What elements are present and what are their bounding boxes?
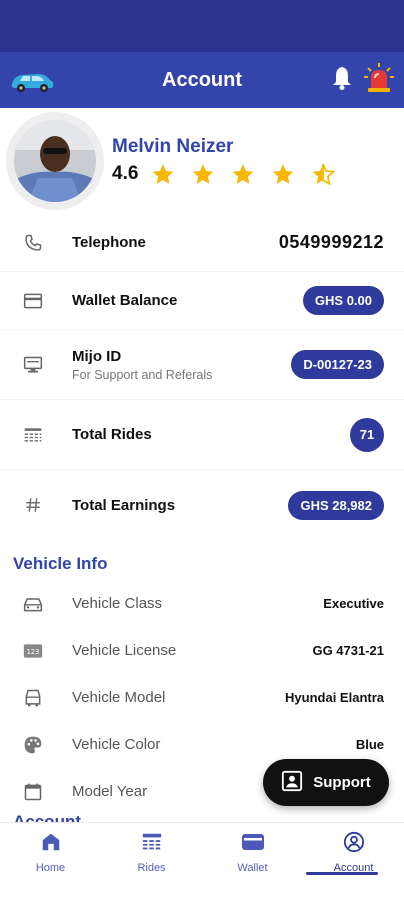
star-icon [193,163,214,184]
telephone-label: Telephone [72,234,146,251]
vehicle-info-title: Vehicle Info [13,554,108,573]
star-half-icon [313,163,336,186]
wallet-balance-badge: GHS 0.00 [302,286,384,315]
mijo-id-sublabel: For Support and Referals [72,367,213,382]
nav-home[interactable]: Home [0,823,101,900]
mijo-id-badge: D-00127-23 [291,350,384,379]
support-button[interactable]: Support [263,759,389,806]
total-earnings-label: Total Earnings [72,496,176,514]
total-rides-row[interactable]: Total Rides 71 [0,400,404,470]
support-label: Support [313,774,371,791]
star-icon [273,163,294,184]
nav-wallet[interactable]: Wallet [202,823,303,900]
card-icon [22,290,44,312]
wallet-icon [241,831,265,858]
nav-account[interactable]: Account [303,823,404,900]
nav-rides[interactable]: Rides [101,823,202,900]
home-icon [40,831,62,858]
car-icon[interactable] [8,64,56,96]
vehicle-license-value: GG 4731-21 [312,643,384,658]
star-icon [233,163,254,184]
vehicle-model-row: Vehicle Model Hyundai Elantra [0,674,404,721]
id-monitor-icon [22,354,44,376]
vehicle-license-row: 123 Vehicle License GG 4731-21 [0,627,404,674]
car-front-icon [22,593,44,615]
star-rating [150,162,336,187]
total-earnings-badge: GHS 28,982 [288,490,384,520]
avatar[interactable] [6,112,104,210]
status-bar [0,0,404,52]
vehicle-class-label: Vehicle Class [72,595,163,612]
hash-icon [22,494,44,516]
wallet-balance-label: Wallet Balance [72,292,178,309]
app-header: Account [0,52,404,108]
rides-icon [141,831,163,858]
total-earnings-row[interactable]: Total Earnings GHS 28,982 [0,470,404,540]
wallet-balance-row[interactable]: Wallet Balance GHS 0.00 [0,272,404,330]
page-title: Account [162,68,242,91]
vehicle-model-value: Hyundai Elantra [285,690,384,705]
rating-value: 4.6 [112,163,139,184]
vehicle-class-value: Executive [323,596,384,611]
license-plate-icon: 123 [22,640,44,662]
vehicle-color-label: Vehicle Color [72,736,161,753]
telephone-row[interactable]: Telephone 0549999212 [0,214,404,272]
calendar-icon [22,781,44,803]
profile-section: Melvin Neizer 4.6 [0,108,404,214]
vehicle-color-value: Blue [355,737,384,752]
bell-icon[interactable] [330,65,354,96]
vehicle-license-label: Vehicle License [72,642,177,659]
nav-rides-label: Rides [137,862,166,874]
vehicle-class-row: Vehicle Class Executive [0,580,404,627]
total-rides-badge: 71 [350,417,384,452]
list-icon [22,424,44,446]
car-model-icon [22,687,44,709]
mijo-id-row[interactable]: Mijo ID For Support and Referals D-00127… [0,330,404,400]
nav-home-label: Home [35,862,66,874]
nav-active-indicator [306,872,378,875]
support-icon [281,770,303,796]
account-icon [343,831,365,858]
nav-wallet-label: Wallet [237,862,268,874]
model-year-label: Model Year [72,783,148,800]
star-icon [153,163,174,184]
vehicle-model-label: Vehicle Model [72,689,166,706]
bottom-nav: Home Rides Wallet Account [0,822,404,900]
total-rides-label: Total Rides [72,426,152,443]
palette-icon [22,734,44,756]
siren-icon[interactable] [364,62,394,99]
svg-text:123: 123 [27,647,40,655]
mijo-id-label: Mijo ID [72,347,122,365]
telephone-value: 0549999212 [278,232,384,252]
profile-name: Melvin Neizer [112,135,234,157]
phone-icon [22,232,44,254]
